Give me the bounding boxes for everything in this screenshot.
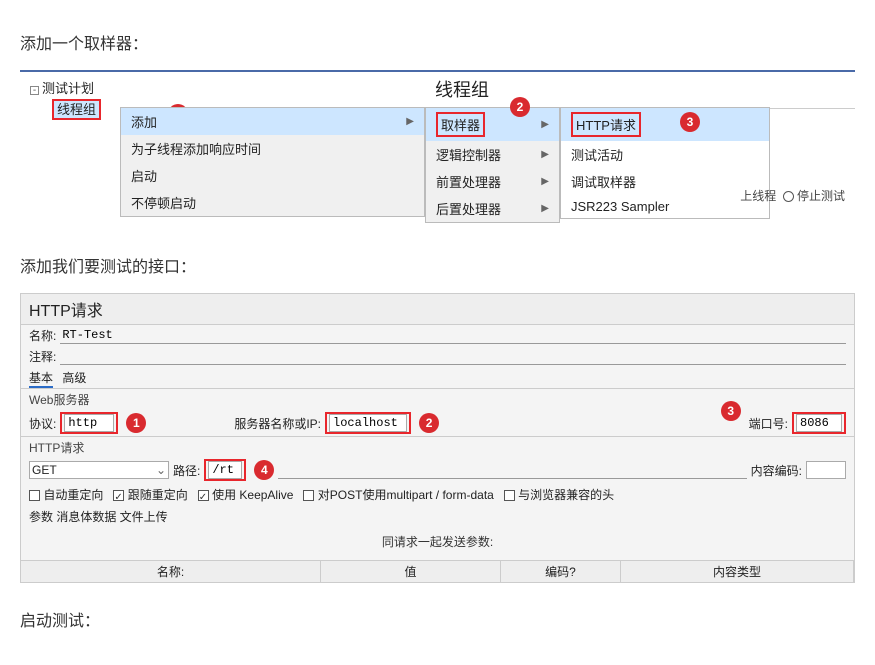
label-path: 路径:	[173, 462, 200, 479]
checkbox-multipart[interactable]	[303, 490, 314, 501]
menu-item-http-request[interactable]: HTTP请求	[561, 108, 769, 141]
menu-item-debug-sampler[interactable]: 调试取样器	[561, 168, 769, 195]
annotation-badge-1: 1	[126, 413, 146, 433]
radio-icon[interactable]	[783, 191, 794, 202]
menu-item-start[interactable]: 启动	[121, 162, 424, 189]
input-note[interactable]	[60, 348, 846, 365]
tree-collapse-icon[interactable]: -	[30, 86, 39, 95]
input-protocol[interactable]	[64, 414, 114, 432]
checkbox-browser-headers[interactable]	[504, 490, 515, 501]
menu-item-sampler[interactable]: 取样器▶	[426, 108, 559, 141]
subtabs-params[interactable]: 参数 消息体数据 文件上传	[29, 508, 168, 525]
input-content-encoding[interactable]	[806, 461, 846, 479]
annotation-badge-3: 3	[721, 401, 741, 421]
checkbox-keepalive[interactable]	[198, 490, 209, 501]
th-value: 值	[321, 561, 501, 582]
group-http-request: HTTP请求	[21, 436, 854, 456]
menu-item-post-processor[interactable]: 后置处理器▶	[426, 195, 559, 222]
th-encode: 编码?	[501, 561, 621, 582]
input-path-rest[interactable]	[278, 462, 746, 479]
menu-item-pre-processor[interactable]: 前置处理器▶	[426, 168, 559, 195]
chevron-right-icon: ▶	[541, 149, 549, 160]
screenshot-http-request-form: HTTP请求 名称: 注释: 基本 高级 Web服务器 协议: 1 服务器名称或…	[20, 293, 855, 583]
menu-item-response-time[interactable]: 为子线程添加响应时间	[121, 135, 424, 162]
panel-title-thread-group: 线程组	[425, 72, 855, 109]
tab-advanced[interactable]: 高级	[62, 371, 86, 385]
tree-node-test-plan[interactable]: -测试计划	[30, 78, 101, 97]
label-note: 注释:	[29, 348, 56, 365]
menu-item-logic-controller[interactable]: 逻辑控制器▶	[426, 141, 559, 168]
context-menu-level3: HTTP请求 测试活动 调试取样器 JSR223 Sampler	[560, 107, 770, 219]
menu-item-test-action[interactable]: 测试活动	[561, 141, 769, 168]
heading-start-test: 启动测试：	[20, 607, 855, 631]
annotation-badge-4: 4	[254, 460, 274, 480]
tab-basic[interactable]: 基本	[29, 371, 53, 388]
params-table-header: 名称: 值 编码? 内容类型	[21, 560, 854, 582]
menu-item-add[interactable]: 添加▶	[121, 108, 424, 135]
chevron-right-icon: ▶	[541, 203, 549, 214]
select-method[interactable]: GET ⌄	[29, 461, 169, 479]
screenshot-context-menu: 线程组 -测试计划 线程组 1 添加▶ 为子线程添加响应时间 启动 不停顿启动 …	[20, 70, 855, 225]
context-menu-level2: 取样器▶ 逻辑控制器▶ 前置处理器▶ 后置处理器▶	[425, 107, 560, 223]
annotation-badge-2: 2	[510, 97, 530, 117]
menu-item-start-no-pause[interactable]: 不停顿启动	[121, 189, 424, 216]
input-name[interactable]	[60, 327, 846, 344]
label-name: 名称:	[29, 327, 56, 344]
input-server[interactable]	[329, 414, 407, 432]
annotation-badge-2: 2	[419, 413, 439, 433]
chevron-right-icon: ▶	[541, 119, 549, 130]
checkbox-follow-redirect[interactable]	[113, 490, 124, 501]
input-path[interactable]	[208, 461, 242, 479]
input-port[interactable]	[796, 414, 842, 432]
label-port: 端口号:	[749, 415, 788, 432]
panel-title-http-request: HTTP请求	[21, 294, 854, 325]
heading-add-api: 添加我们要测试的接口：	[20, 253, 855, 277]
hint-send-params: 同请求一起发送参数:	[21, 527, 854, 552]
label-content-encoding: 内容编码:	[751, 462, 802, 479]
menu-item-jsr223-sampler[interactable]: JSR223 Sampler	[561, 195, 769, 218]
heading-add-sampler: 添加一个取样器：	[20, 30, 855, 54]
context-menu-level1: 添加▶ 为子线程添加响应时间 启动 不停顿启动	[120, 107, 425, 217]
checkbox-auto-redirect[interactable]	[29, 490, 40, 501]
label-server: 服务器名称或IP:	[234, 415, 321, 432]
th-content-type: 内容类型	[621, 561, 854, 582]
annotation-badge-3: 3	[680, 112, 700, 132]
thread-stop-options: 上线程 停止测试	[740, 187, 845, 204]
chevron-down-icon: ⌄	[156, 463, 166, 477]
label-protocol: 协议:	[29, 415, 56, 432]
chevron-right-icon: ▶	[406, 116, 414, 127]
chevron-right-icon: ▶	[541, 176, 549, 187]
th-name: 名称:	[21, 561, 321, 582]
tree-node-thread-group[interactable]: 线程组	[52, 99, 101, 120]
